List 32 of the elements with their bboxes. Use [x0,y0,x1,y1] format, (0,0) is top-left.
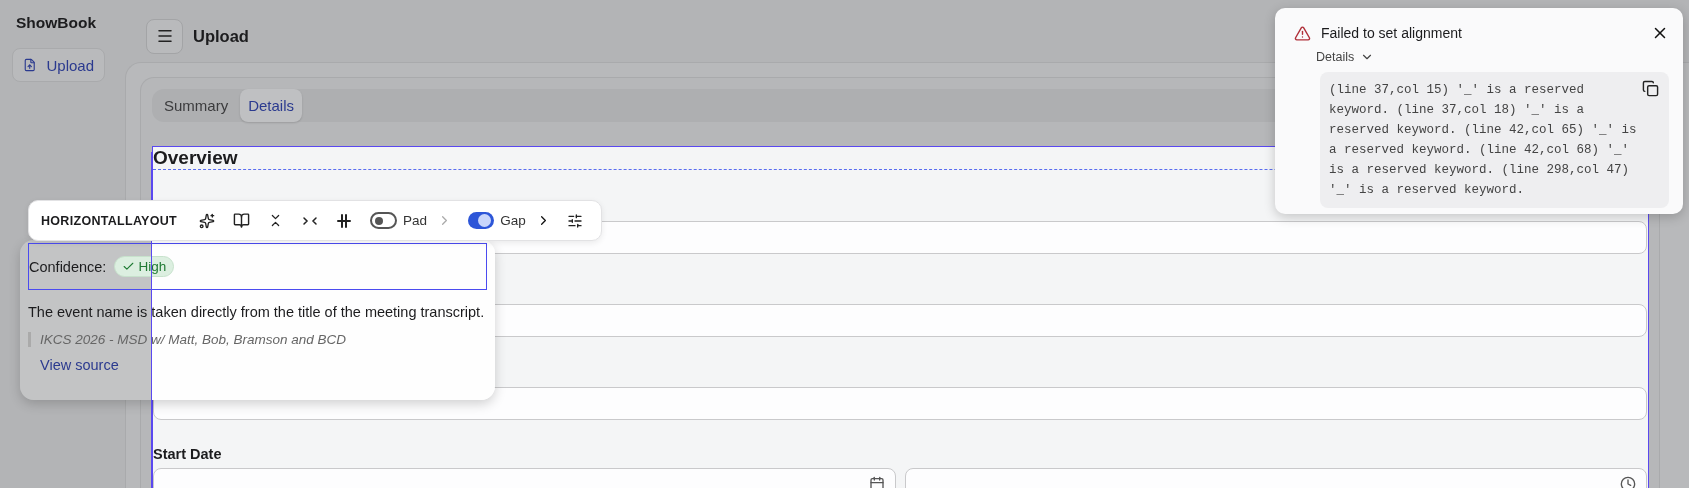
check-icon [122,260,136,273]
error-message: (line 37,col 15) '_' is a reserved keyword. (line 37,col 18) '_' is a reserved keyword. (line 42,col 65) '_' is a reserved keyword. (line 42,col 68) '_' is a reserved keyword. (line 298,col 47) '_' is a reserved keyword. [1329,82,1638,199]
view-source-link[interactable]: View source [40,357,119,373]
copy-icon [1642,80,1659,97]
tab[interactable]: Summary [156,89,237,122]
sidebar-item[interactable]: Upload [12,48,105,82]
tab[interactable]: Details [240,89,303,122]
calendar-icon [868,476,885,488]
sliders-icon [566,212,583,229]
toggle-label: Gap [500,213,526,228]
copy-button[interactable] [1642,80,1659,98]
section-title: Overview [153,147,238,169]
clock-icon [1620,476,1636,488]
toggle-label: Pad [402,213,427,228]
warning-icon [1294,24,1311,42]
toggle-switch[interactable] [370,212,397,229]
split-icon [336,212,353,229]
menu-button[interactable] [146,18,183,54]
book-icon [232,212,250,229]
menu-icon [155,27,174,45]
explanation-text: The event name is taken directly from the title of the meeting transcript. [28,304,486,320]
app-name: ShowBook [15,14,98,32]
file-upload-icon [23,57,37,73]
details-toggle[interactable]: Details [1316,50,1375,64]
toast-title: Failed to set alignment [1321,25,1463,41]
toolbar-title: HORIZONTALLAYOUT [41,213,178,228]
toggle-switch[interactable] [467,212,495,229]
sparkles-icon [199,212,216,229]
input-field[interactable] [153,387,1647,420]
confidence-label: Confidence: [29,258,107,275]
page-title: Upload [193,26,249,46]
field-label: Start Date [153,446,223,462]
